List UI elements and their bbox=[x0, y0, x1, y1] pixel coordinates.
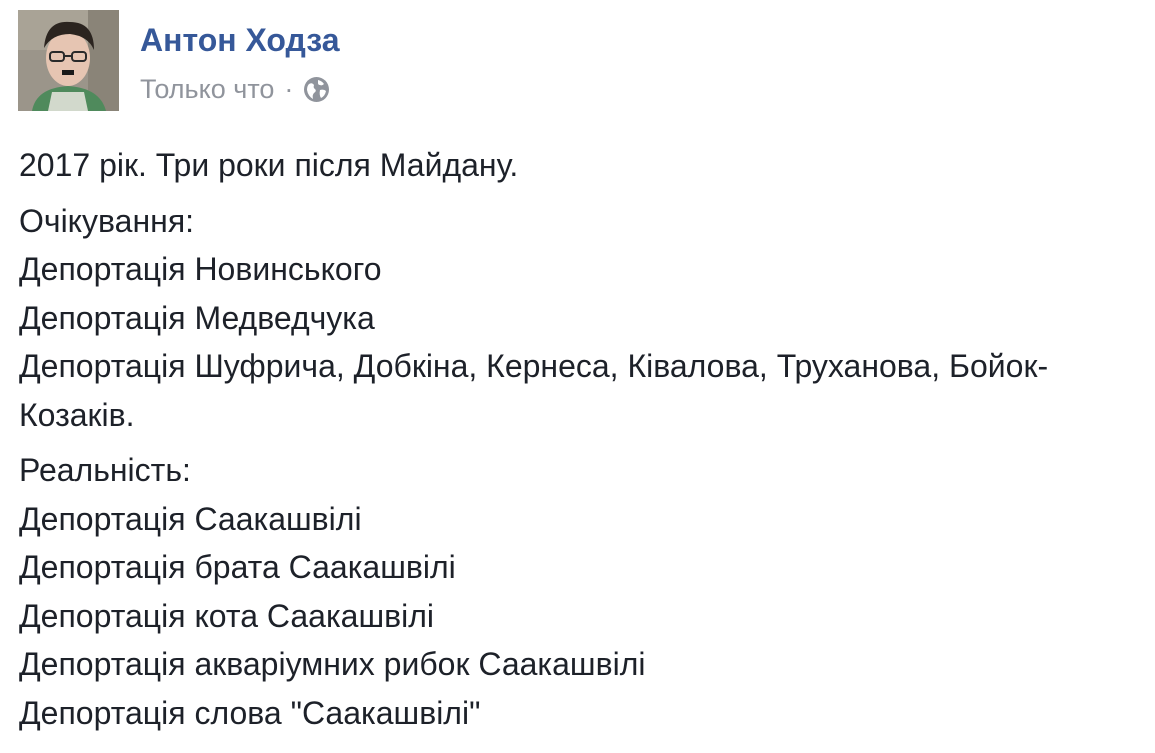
post-text: 2017 рік. Три роки після Майдану. Очікув… bbox=[19, 141, 1149, 744]
timestamp-link[interactable]: Только что bbox=[140, 74, 274, 105]
expectation-line: Козаків. bbox=[19, 396, 135, 433]
separator-dot: · bbox=[284, 73, 294, 104]
avatar[interactable] bbox=[18, 10, 119, 111]
author-name-link[interactable]: Антон Ходза bbox=[140, 22, 339, 58]
post-header: Антон Ходза Только что · bbox=[18, 10, 339, 112]
expectation-block: Очікування: Депортація Новинського Депор… bbox=[19, 197, 1149, 440]
reality-line: Депортація кота Саакашвілі bbox=[19, 597, 434, 634]
reality-line: Депортація слова "Саакашвілі" bbox=[19, 694, 481, 731]
post-meta: Антон Ходза Только что · bbox=[140, 10, 339, 112]
expectation-heading: Очікування: bbox=[19, 202, 195, 239]
expectation-line: Депортація Шуфрича, Добкіна, Кернеса, Кі… bbox=[19, 348, 1049, 384]
expectation-line: Депортація Медведчука bbox=[19, 299, 375, 336]
avatar-photo bbox=[18, 10, 119, 111]
post-intro: 2017 рік. Три роки після Майдану. bbox=[19, 141, 1149, 190]
reality-line: Депортація Саакашвілі bbox=[19, 500, 362, 537]
globe-icon[interactable] bbox=[303, 76, 330, 103]
expectation-line: Депортація Новинського bbox=[19, 251, 382, 287]
facebook-post: Антон Ходза Только что · 2017 рік. Три р… bbox=[0, 0, 1155, 753]
reality-line: Депортація брата Саакашвілі bbox=[19, 549, 456, 585]
intro-line: 2017 рік. Три роки після Майдану. bbox=[19, 147, 519, 183]
post-subline: Только что · bbox=[140, 72, 339, 106]
reality-block: Реальність: Депортація Саакашвілі Депорт… bbox=[19, 446, 1149, 737]
reality-heading: Реальність: bbox=[19, 452, 191, 488]
reality-line: Депортація акваріумних рибок Саакашвілі bbox=[19, 646, 646, 682]
